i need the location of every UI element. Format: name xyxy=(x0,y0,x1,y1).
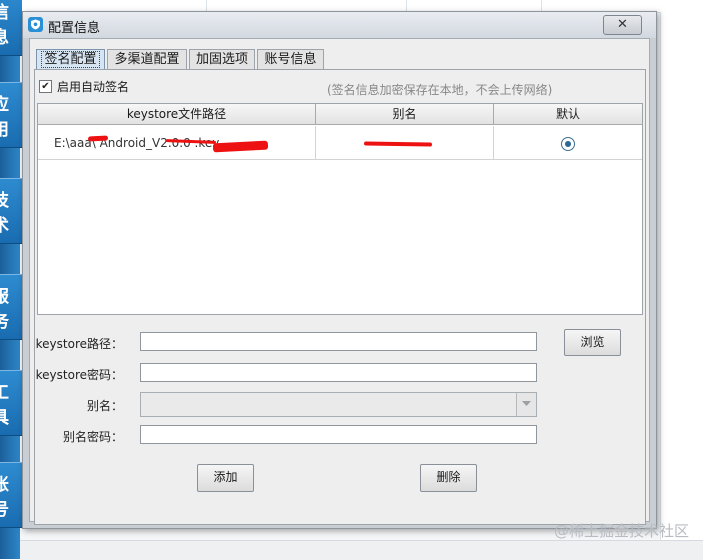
alias-combobox[interactable] xyxy=(140,392,537,417)
tab-multi-channel[interactable]: 多渠道配置 xyxy=(107,49,187,69)
keystore-password-input[interactable] xyxy=(140,363,537,382)
column-header-default[interactable]: 默认 xyxy=(494,104,642,125)
auto-sign-label: 启用自动签名 xyxy=(57,79,130,94)
tab-account-info[interactable]: 账号信息 xyxy=(257,49,324,69)
sidebar-item[interactable]: 应用 xyxy=(0,82,22,148)
tab-signing-config[interactable]: 签名配置 xyxy=(36,49,105,69)
auto-sign-row[interactable]: ✔ 启用自动签名 xyxy=(39,78,129,94)
sidebar-item[interactable]: 服务 xyxy=(0,274,22,340)
combo-dropdown-button[interactable] xyxy=(516,393,536,416)
alias-password-input[interactable] xyxy=(140,425,537,444)
alias-password-label: 别名密码： xyxy=(62,430,123,444)
config-dialog: 配置信息 ✕ 签名配置 多渠道配置 加固选项 账号信息 ✔ 启用自动签名 (签名… xyxy=(22,11,657,529)
keystore-table: keystore文件路径 别名 默认 E:\aaa\ Android_V2.0.… xyxy=(37,103,643,315)
default-radio[interactable] xyxy=(561,137,575,151)
background-bottom-bar xyxy=(20,540,703,560)
sidebar-item[interactable]: 工具 xyxy=(0,370,22,436)
redaction-mark xyxy=(87,135,109,142)
browse-button[interactable]: 浏览 xyxy=(564,329,621,356)
shield-icon xyxy=(28,17,43,32)
cell-default xyxy=(494,126,642,160)
background-right-panel xyxy=(660,12,703,542)
sidebar-item[interactable]: 账号 xyxy=(0,462,22,528)
watermark-text: @稀土掘金技术社区 xyxy=(553,522,689,540)
auto-sign-checkbox[interactable]: ✔ xyxy=(39,79,52,93)
add-button[interactable]: 添加 xyxy=(197,464,254,492)
sidebar-item[interactable]: 信息 xyxy=(0,0,22,56)
column-header-alias[interactable]: 别名 xyxy=(316,104,494,125)
delete-button[interactable]: 删除 xyxy=(420,464,477,492)
sidebar-item[interactable]: 技术 xyxy=(0,178,22,244)
dialog-titlebar[interactable]: 配置信息 ✕ xyxy=(23,12,656,38)
close-icon: ✕ xyxy=(617,17,628,32)
keystore-path-input[interactable] xyxy=(140,332,537,351)
dialog-client-area: 签名配置 多渠道配置 加固选项 账号信息 ✔ 启用自动签名 (签名信息加密保存在… xyxy=(29,38,650,525)
keystore-path-label: keystore路径： xyxy=(35,337,123,351)
close-button[interactable]: ✕ xyxy=(603,15,642,35)
tab-hardening-options[interactable]: 加固选项 xyxy=(189,49,255,69)
background-sidebar: 信息 应用 技术 服务 工具 账号 xyxy=(0,0,22,559)
alias-label: 别名： xyxy=(86,399,123,413)
privacy-hint: (签名信息加密保存在本地，不会上传网络) xyxy=(327,83,553,97)
cell-keystore-path: E:\aaa\ Android_V2.0.0 .key xyxy=(38,126,316,160)
dialog-title: 配置信息 xyxy=(48,21,101,36)
keystore-password-label: keystore密码： xyxy=(35,368,123,382)
chevron-down-icon xyxy=(522,401,531,406)
signing-config-panel: ✔ 启用自动签名 (签名信息加密保存在本地，不会上传网络) keystore文件… xyxy=(34,69,646,525)
column-header-path[interactable]: keystore文件路径 xyxy=(38,104,316,125)
